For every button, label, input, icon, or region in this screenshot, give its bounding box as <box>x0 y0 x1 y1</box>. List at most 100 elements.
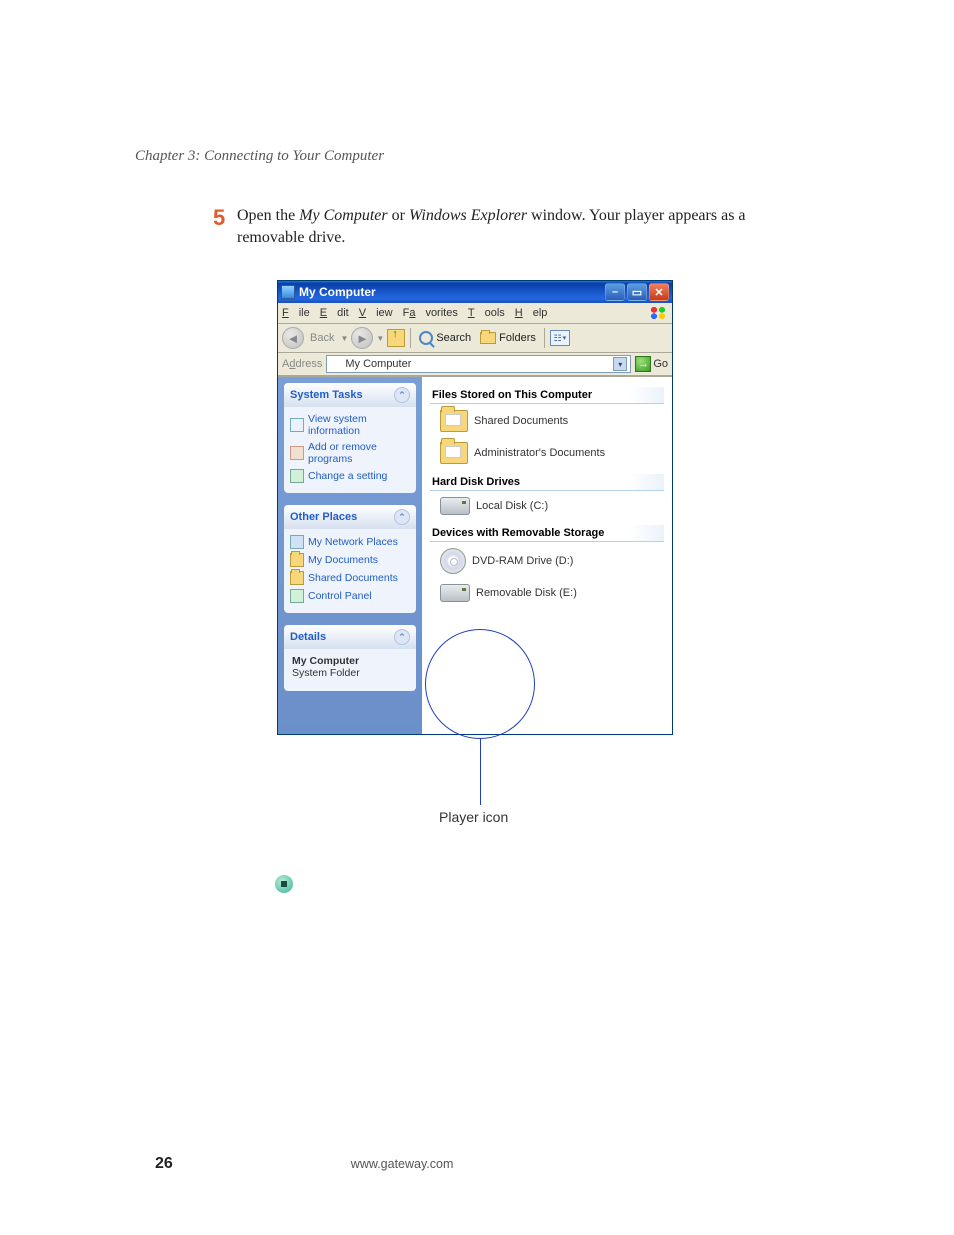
windows-flag-icon <box>648 305 668 321</box>
label: My Network Places <box>308 536 398 548</box>
folder-icon <box>290 553 304 567</box>
collapse-icon[interactable]: ⌃ <box>394 509 410 525</box>
views-button[interactable]: ☷▾ <box>550 330 570 346</box>
link-change-setting[interactable]: Change a setting <box>290 467 410 485</box>
optical-drive-icon <box>440 548 466 574</box>
close-button[interactable]: ✕ <box>649 283 669 301</box>
programs-icon <box>290 446 304 460</box>
menu-help[interactable]: Help <box>515 307 548 319</box>
network-icon <box>290 535 304 549</box>
link-my-documents[interactable]: My Documents <box>290 551 410 569</box>
collapse-icon[interactable]: ⌃ <box>394 387 410 403</box>
toolbar-separator <box>410 328 411 348</box>
screenshot-my-computer: My Computer – ▭ ✕ File Edit View Favorit… <box>277 280 673 735</box>
drive-icon <box>440 497 470 515</box>
settings-icon <box>290 469 304 483</box>
t-em2: Windows Explorer <box>409 207 527 224</box>
step-number: 5 <box>213 205 237 248</box>
main-pane: Files Stored on This Computer Shared Doc… <box>422 377 672 734</box>
t2: or <box>388 207 409 224</box>
folders-label: Folders <box>499 332 536 344</box>
search-button[interactable]: Search <box>416 330 474 346</box>
other-places-title: Other Places <box>290 511 357 523</box>
maximize-button[interactable]: ▭ <box>627 283 647 301</box>
link-add-remove-programs[interactable]: Add or remove programs <box>290 439 410 467</box>
titlebar: My Computer – ▭ ✕ <box>278 281 672 303</box>
forward-menu-arrow[interactable]: ▼ <box>376 334 384 343</box>
item-admin-documents[interactable]: Administrator's Documents <box>440 442 664 464</box>
go-icon: → <box>635 356 651 372</box>
forward-button[interactable]: ► <box>351 327 373 349</box>
item-label: Removable Disk (E:) <box>476 587 577 599</box>
menu-file[interactable]: File <box>282 307 310 319</box>
group-removable: Devices with Removable Storage <box>430 525 664 542</box>
toolbar: ◄ Back ▼ ► ▼ Search Folders ☷▾ <box>278 324 672 353</box>
minimize-button[interactable]: – <box>605 283 625 301</box>
collapse-icon[interactable]: ⌃ <box>394 629 410 645</box>
folders-icon <box>480 332 496 344</box>
label: My Documents <box>308 554 378 566</box>
group-hard-disk: Hard Disk Drives <box>430 474 664 491</box>
go-label: Go <box>653 358 668 370</box>
t-em1: My Computer <box>299 207 387 224</box>
step-text: Open the My Computer or Windows Explorer… <box>237 205 773 248</box>
item-label: DVD-RAM Drive (D:) <box>472 555 573 567</box>
my-computer-icon <box>281 285 295 299</box>
folder-icon <box>290 571 304 585</box>
folder-icon <box>440 410 468 432</box>
callout-line <box>480 739 481 805</box>
up-button[interactable] <box>387 329 405 347</box>
chapter-heading: Chapter 3: Connecting to Your Computer <box>135 148 819 165</box>
system-tasks-header[interactable]: System Tasks ⌃ <box>284 383 416 407</box>
label: Add or remove programs <box>308 441 410 465</box>
window-title: My Computer <box>299 285 603 299</box>
label: View system information <box>308 413 410 437</box>
details-title: Details <box>290 631 326 643</box>
address-label: Address <box>282 358 322 370</box>
end-of-section-icon <box>275 875 293 893</box>
go-button[interactable]: → Go <box>635 356 668 372</box>
details-name: My Computer <box>292 655 408 667</box>
menu-favorites[interactable]: Favorites <box>403 307 458 319</box>
item-dvd-ram-drive[interactable]: DVD-RAM Drive (D:) <box>440 548 664 574</box>
label: Control Panel <box>308 590 372 602</box>
details-type: System Folder <box>292 667 408 679</box>
item-label: Local Disk (C:) <box>476 500 548 512</box>
link-my-network-places[interactable]: My Network Places <box>290 533 410 551</box>
menu-edit[interactable]: Edit <box>320 307 349 319</box>
back-menu-arrow[interactable]: ▼ <box>340 334 348 343</box>
address-bar: Address My Computer ▾ → Go <box>278 353 672 376</box>
info-icon <box>290 418 304 432</box>
item-shared-documents[interactable]: Shared Documents <box>440 410 664 432</box>
item-removable-disk-e[interactable]: Removable Disk (E:) <box>440 584 664 602</box>
group-files-stored: Files Stored on This Computer <box>430 387 664 404</box>
other-places-header[interactable]: Other Places ⌃ <box>284 505 416 529</box>
toolbar-separator-2 <box>544 328 545 348</box>
search-icon <box>419 331 433 345</box>
label: Change a setting <box>308 470 387 482</box>
address-dropdown[interactable]: ▾ <box>613 357 627 371</box>
callout-label: Player icon <box>439 809 508 825</box>
item-local-disk-c[interactable]: Local Disk (C:) <box>440 497 664 515</box>
panel-other-places: Other Places ⌃ My Network Places My Docu… <box>284 505 416 613</box>
menu-view[interactable]: View <box>359 307 393 319</box>
panel-system-tasks: System Tasks ⌃ View system information A… <box>284 383 416 493</box>
footer-url: www.gateway.com <box>351 1157 454 1171</box>
address-input[interactable]: My Computer ▾ <box>326 355 631 373</box>
folders-button[interactable]: Folders <box>477 331 539 345</box>
folder-icon <box>440 442 468 464</box>
menu-tools[interactable]: Tools <box>468 307 505 319</box>
details-header[interactable]: Details ⌃ <box>284 625 416 649</box>
link-control-panel[interactable]: Control Panel <box>290 587 410 605</box>
back-label: Back <box>307 331 337 345</box>
address-value: My Computer <box>345 358 411 370</box>
item-label: Administrator's Documents <box>474 447 605 459</box>
control-panel-icon <box>290 589 304 603</box>
link-shared-documents[interactable]: Shared Documents <box>290 569 410 587</box>
back-button[interactable]: ◄ <box>282 327 304 349</box>
page-footer: 26 www.gateway.com <box>0 1155 954 1173</box>
menu-bar: File Edit View Favorites Tools Help <box>278 303 672 324</box>
system-tasks-title: System Tasks <box>290 389 363 401</box>
link-view-system-info[interactable]: View system information <box>290 411 410 439</box>
page-number: 26 <box>155 1155 173 1173</box>
